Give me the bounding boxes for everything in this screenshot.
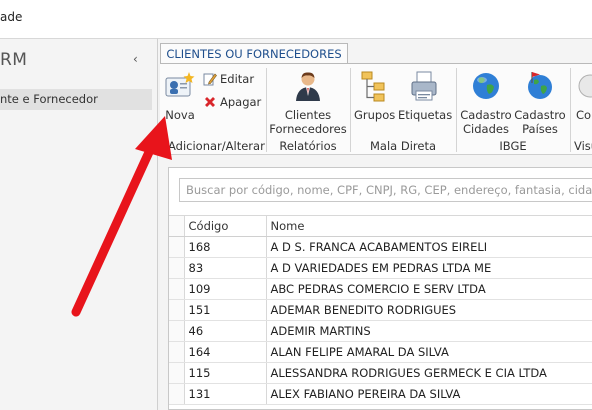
cell-code: 46 (184, 320, 267, 342)
group-ibge: IBGE (499, 139, 527, 153)
ribbon-separator (570, 68, 571, 152)
sidebar: RM ‹ nte e Fornecedor (0, 38, 158, 410)
cell-name: ALESSANDRA RODRIGUES GERMECK E CIA LTDA (266, 362, 592, 384)
clientes-fornecedores-button[interactable]: Clientes Fornecedores (268, 70, 348, 136)
cell-code: 83 (184, 257, 267, 279)
row-indicator (169, 383, 185, 405)
cadastro-cidades-button[interactable]: Cadastro Cidades (460, 70, 512, 136)
group-icon (361, 71, 385, 102)
row-indicator (169, 320, 185, 342)
ribbon-separator (266, 68, 267, 152)
column-header-codigo[interactable]: Código (184, 215, 267, 237)
group-relatorios: Relatórios (279, 139, 337, 153)
cell-name: A D VARIEDADES EM PEDRAS LTDA ME (266, 257, 592, 279)
printer-icon (411, 71, 437, 101)
cell-code: 168 (184, 236, 267, 258)
cad-cidades-label-2: Cidades (463, 122, 509, 136)
search-input[interactable] (179, 178, 592, 202)
etiquetas-label: Etiquetas (398, 108, 453, 122)
row-indicator (169, 257, 185, 279)
editar-label: Editar (220, 72, 255, 86)
edit-icon (203, 73, 217, 86)
cut-button-label: Co (576, 108, 592, 122)
cad-paises-label-2: Países (522, 122, 558, 136)
partial-icon (578, 74, 592, 98)
cell-code: 151 (184, 299, 267, 321)
column-header-nome[interactable]: Nome (266, 215, 592, 237)
apagar-button[interactable]: Apagar (203, 95, 261, 109)
etiquetas-button[interactable]: Etiquetas (398, 70, 453, 122)
table-row[interactable]: 151 ADEMAR BENEDITO RODRIGUES (169, 299, 592, 321)
table-row[interactable]: 115 ALESSANDRA RODRIGUES GERMECK E CIA LT… (169, 362, 592, 384)
table-header-row: Código Nome (169, 215, 592, 237)
cell-code: 109 (184, 278, 267, 300)
content-area: Código Nome 168A D S. FRANCA ACABAMENTOS… (160, 155, 592, 410)
cell-name: ADEMIR MARTINS (266, 320, 592, 342)
sidebar-item-clientes-fornecedores[interactable]: nte e Fornecedor (0, 89, 152, 110)
row-indicator (169, 362, 185, 384)
table-row[interactable]: 168 A D S. FRANCA ACABAMENTOS EIRELI (169, 236, 592, 258)
cell-name: ABC PEDRAS COMERCIO E SERV LTDA (266, 278, 592, 300)
clientes-label-2: Fornecedores (269, 122, 347, 136)
grupos-button[interactable]: Grupos (354, 70, 396, 122)
editar-button[interactable]: Editar (203, 72, 254, 86)
globe-icon (473, 73, 499, 99)
clients-table: Código Nome 168 A D S. FRANCA ACABAMENTOS… (169, 215, 592, 405)
cad-cidades-label-1: Cadastro (460, 108, 512, 122)
table-row[interactable]: 109 ABC PEDRAS COMERCIO E SERV LTDA (169, 278, 592, 300)
cell-code: 115 (184, 362, 267, 384)
table-row[interactable]: 131 ALEX FABIANO PEREIRA DA SILVA (169, 383, 592, 405)
cell-name: ADEMAR BENEDITO RODRIGUES (266, 299, 592, 321)
user-add-icon (165, 72, 195, 97)
apagar-label: Apagar (220, 95, 262, 109)
group-mala-direta: Mala Direta (369, 139, 437, 153)
cell-code: 164 (184, 341, 267, 363)
delete-icon (205, 97, 215, 107)
ribbon: Nova Editar Apagar Adicionar/Alterar Cli… (160, 63, 592, 155)
cell-name: ALAN FELIPE AMARAL DA SILVA (266, 341, 592, 363)
collapse-sidebar-icon[interactable]: ‹ (133, 52, 138, 66)
tab-strip: CLIENTES OU FORNECEDORES (158, 38, 592, 66)
row-indicator (169, 341, 185, 363)
cell-name: A D S. FRANCA ACABAMENTOS EIRELI (266, 236, 592, 258)
cell-name: ALEX FABIANO PEREIRA DA SILVA (266, 383, 592, 405)
sidebar-title: RM (0, 50, 28, 70)
nova-button[interactable]: Nova (162, 70, 198, 122)
nova-label: Nova (165, 108, 195, 122)
grupos-label: Grupos (354, 108, 396, 122)
ribbon-separator (456, 68, 457, 152)
group-visualizacao: Visu (574, 139, 592, 153)
clientes-label-1: Clientes (284, 108, 332, 122)
group-adicionar-alterar: Adicionar/Alterar (168, 139, 265, 153)
table-row[interactable]: 164 ALAN FELIPE AMARAL DA SILVA (169, 341, 592, 363)
person-icon (296, 72, 320, 101)
cadastro-paises-button[interactable]: Cadastro Países (514, 70, 566, 136)
globe-flag-icon (528, 72, 552, 99)
row-indicator (169, 299, 185, 321)
cut-off-button[interactable]: Co (576, 70, 592, 122)
cell-code: 131 (184, 383, 267, 405)
row-indicator-header (169, 215, 185, 237)
table-row[interactable]: 46 ADEMIR MARTINS (169, 320, 592, 342)
ribbon-separator (350, 68, 351, 152)
window-title: ade (0, 10, 23, 24)
cad-paises-label-1: Cadastro (514, 108, 566, 122)
title-bar: ade (0, 0, 592, 38)
grid-panel: Código Nome 168A D S. FRANCA ACABAMENTOS… (168, 167, 592, 410)
table-row[interactable]: 83 A D VARIEDADES EM PEDRAS LTDA ME (169, 257, 592, 279)
row-indicator (169, 236, 185, 258)
row-indicator (169, 278, 185, 300)
